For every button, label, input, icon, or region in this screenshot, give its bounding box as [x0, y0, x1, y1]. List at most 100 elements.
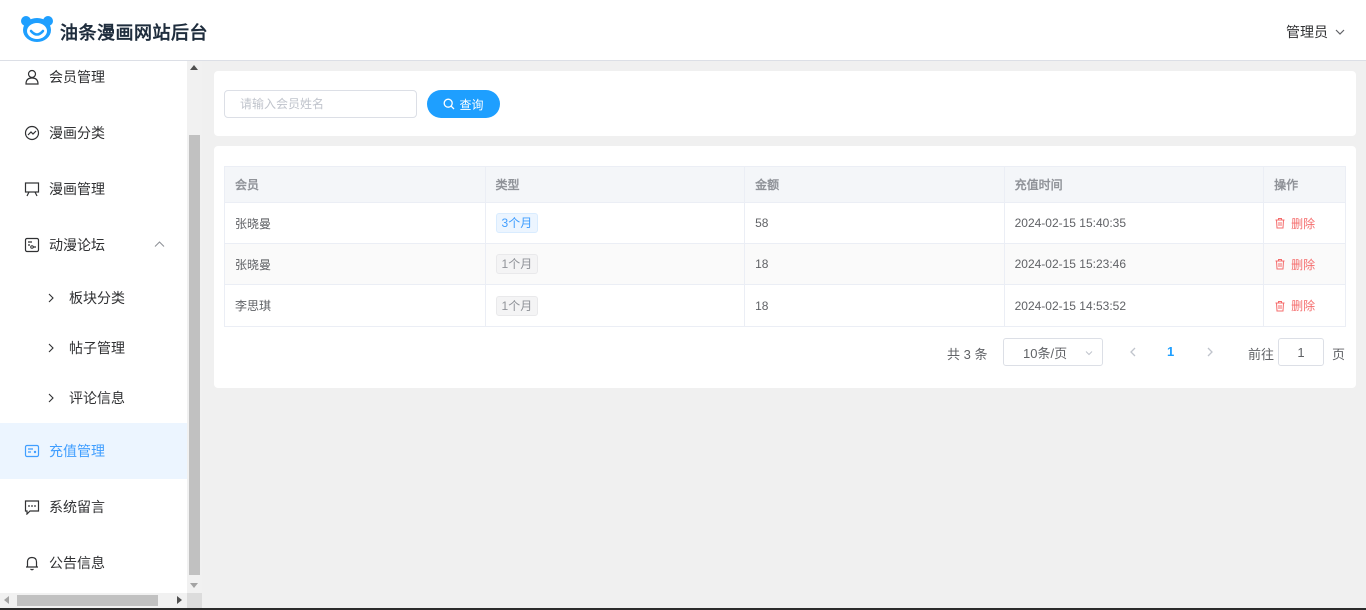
chevron-right-icon: [48, 393, 54, 403]
table-row: 张晓曼 1个月 18 2024-02-15 15:23:46 删除: [225, 244, 1345, 285]
pagination-total: 共 3 条: [947, 347, 988, 362]
scrollbar-thumb[interactable]: [17, 595, 158, 606]
prev-page-icon[interactable]: [1127, 346, 1139, 358]
scrollbar-thumb[interactable]: [189, 135, 200, 575]
top-header: 油条漫画网站后台 管理员: [0, 0, 1366, 61]
delete-label: 删除: [1291, 299, 1316, 313]
jump-label: 前往: [1248, 347, 1275, 362]
easel-icon: [24, 181, 40, 197]
delete-label: 删除: [1291, 216, 1316, 231]
actions-cell: 删除: [1264, 244, 1345, 284]
sidebar-horizontal-scrollbar[interactable]: [0, 593, 187, 608]
sidebar-item-comic-category[interactable]: 漫画分类: [0, 105, 187, 161]
amount-cell: 58: [745, 203, 1005, 243]
brand-title: 油条漫画网站后台: [60, 23, 208, 43]
page-size-select[interactable]: 10条/页: [1003, 338, 1103, 366]
amount-cell: 18: [745, 244, 1005, 284]
type-cell: 1个月: [486, 244, 746, 284]
user-icon: [24, 69, 40, 85]
actions-cell: 删除: [1264, 203, 1345, 243]
delete-label: 删除: [1291, 257, 1316, 272]
column-header-member: 会员: [225, 167, 486, 202]
time-cell: 2024-02-15 14:53:52: [1005, 285, 1265, 326]
type-tag: 3个月: [495, 213, 539, 233]
sidebar-subitem-label: 帖子管理: [69, 340, 125, 356]
chevron-up-icon: [154, 241, 165, 247]
chevron-down-icon: [1085, 351, 1093, 356]
column-header-actions: 操作: [1274, 178, 1299, 192]
time-cell: 2024-02-15 15:23:46: [1005, 244, 1265, 284]
sidebar-item-label: 动漫论坛: [49, 237, 105, 253]
sidebar-item-announcement[interactable]: 公告信息: [0, 535, 187, 591]
chevron-down-icon: [1335, 29, 1345, 35]
trash-icon: [1275, 218, 1285, 229]
sidebar-item-label: 公告信息: [49, 555, 105, 571]
table-row: 李思琪 1个月 18 2024-02-15 14:53:52 删除: [225, 285, 1345, 326]
sidebar-item-label: 系统留言: [49, 499, 105, 515]
amount-cell: 18: [745, 285, 1005, 326]
table-row: 张晓曼 3个月 58 2024-02-15 15:40:35 删除: [225, 203, 1345, 244]
scroll-down-arrow-icon[interactable]: [190, 583, 198, 588]
scroll-left-arrow-icon[interactable]: [4, 596, 9, 604]
page-number-current[interactable]: 1: [1167, 344, 1174, 359]
search-button[interactable]: 查询: [427, 90, 500, 118]
sidebar-vertical-scrollbar[interactable]: [187, 61, 202, 593]
sidebar-item-label: 会员管理: [49, 69, 105, 85]
member-cell: 张晓曼: [225, 203, 486, 243]
scroll-right-arrow-icon[interactable]: [177, 596, 182, 604]
sidebar-item-anime-forum[interactable]: 动漫论坛: [0, 217, 187, 273]
search-button-label: 查询: [459, 97, 484, 112]
type-tag: 1个月: [495, 254, 539, 274]
jump-suffix: 页: [1332, 347, 1346, 362]
type-cell: 1个月: [486, 285, 746, 326]
delete-button[interactable]: 删除: [1274, 256, 1315, 273]
table-header-row: 会员 类型 金额 充值时间 操作: [225, 167, 1345, 203]
sidebar-subitem-comment-info[interactable]: 评论信息: [0, 373, 187, 423]
sidebar-subitem-label: 板块分类: [69, 290, 125, 306]
sidebar-item-recharge[interactable]: 充值管理: [0, 423, 187, 479]
sidebar-item-label: 漫画分类: [49, 125, 105, 141]
message-icon: [24, 499, 40, 515]
member-name-search-input[interactable]: [224, 90, 417, 118]
sidebar-item-label: 漫画管理: [49, 181, 105, 197]
sidebar-subitem-board-category[interactable]: 板块分类: [0, 273, 187, 323]
sidebar-item-members[interactable]: 会员管理: [0, 61, 187, 105]
trash-icon: [1275, 300, 1285, 311]
time-cell: 2024-02-15 15:40:35: [1005, 203, 1265, 243]
bell-icon: [24, 555, 40, 571]
chevron-right-icon: [48, 343, 54, 353]
page-size-value: 10条/页: [1023, 345, 1068, 361]
sidebar-item-label: 充值管理: [49, 443, 105, 459]
delete-button[interactable]: 删除: [1274, 297, 1315, 314]
recharge-icon: [24, 443, 40, 459]
bear-logo-icon: [21, 16, 53, 42]
sidebar-subitem-post-manage[interactable]: 帖子管理: [0, 323, 187, 373]
member-cell: 张晓曼: [225, 244, 486, 284]
next-page-icon[interactable]: [1204, 346, 1216, 358]
chart-icon: [24, 125, 40, 141]
scrollbar-corner: [187, 593, 202, 608]
scroll-up-arrow-icon[interactable]: [190, 65, 198, 70]
search-icon: [444, 98, 455, 110]
recharge-table: 会员 类型 金额 充值时间 操作 张晓曼 3个月 58 2024-02-15 1…: [224, 166, 1346, 327]
jump-page-input[interactable]: [1278, 338, 1324, 366]
search-panel: 查询: [214, 71, 1356, 136]
sidebar-subitem-label: 评论信息: [69, 390, 125, 406]
sidebar: 会员管理 漫画分类 漫画管理 动漫论坛 板块分类 帖子管理 评论信息 充值管理 …: [0, 61, 187, 593]
column-header-type: 类型: [486, 167, 746, 202]
type-cell: 3个月: [486, 203, 746, 243]
type-tag: 1个月: [495, 295, 539, 316]
column-header-time: 充值时间: [1005, 167, 1265, 202]
delete-button[interactable]: 删除: [1274, 215, 1315, 232]
user-menu[interactable]: 管理员: [1286, 22, 1346, 42]
column-header-amount: 金额: [745, 167, 1005, 202]
recharge-table-panel: 会员 类型 金额 充值时间 操作 张晓曼 3个月 58 2024-02-15 1…: [214, 146, 1356, 388]
sidebar-item-comic-manage[interactable]: 漫画管理: [0, 161, 187, 217]
trash-icon: [1275, 259, 1285, 270]
user-name: 管理员: [1286, 24, 1328, 40]
sidebar-item-system-message[interactable]: 系统留言: [0, 479, 187, 535]
pagination: 共 3 条 10条/页 1 前往 页: [214, 338, 1356, 366]
forum-icon: [24, 237, 40, 253]
member-cell: 李思琪: [225, 285, 486, 326]
chevron-right-icon: [48, 293, 54, 303]
